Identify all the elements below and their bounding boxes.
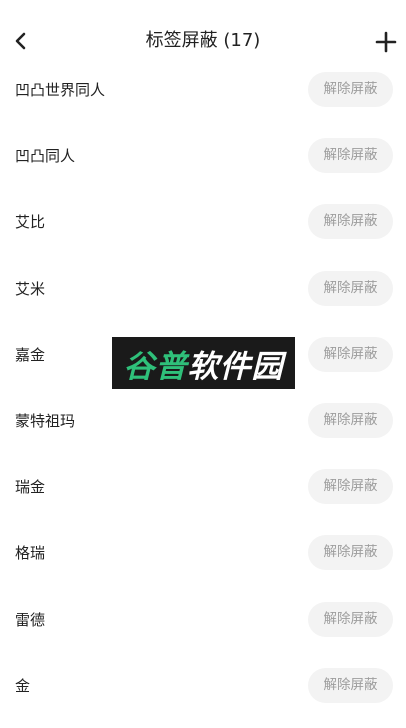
unblock-button[interactable]: 解除屏蔽: [308, 402, 393, 438]
list-item: 金 解除屏蔽: [0, 653, 406, 719]
list-item: 蒙特祖玛 解除屏蔽: [0, 388, 406, 454]
unblock-button[interactable]: 解除屏蔽: [308, 469, 393, 505]
list-item: 瑞金 解除屏蔽: [0, 454, 406, 520]
tag-label: 凹凸世界同人: [15, 81, 106, 99]
watermark-green-text: 谷普: [123, 348, 188, 385]
tag-label: 雷德: [15, 610, 46, 629]
unblock-button[interactable]: 解除屏蔽: [308, 336, 393, 372]
page-title: 标签屏蔽 (17): [145, 30, 261, 51]
tag-label: 瑞金: [15, 478, 46, 497]
unblock-button[interactable]: 解除屏蔽: [308, 270, 393, 306]
unblock-button[interactable]: 解除屏蔽: [308, 535, 393, 571]
tag-label: 艾米: [15, 279, 46, 298]
list-item: 凹凸同人 解除屏蔽: [0, 123, 406, 189]
list-item: 艾比 解除屏蔽: [0, 189, 406, 255]
watermark-white-text: 软件园: [187, 348, 284, 385]
list-item: 凹凸世界同人 解除屏蔽: [0, 57, 406, 123]
tag-label: 凹凸同人: [15, 147, 76, 166]
tag-label: 蒙特祖玛: [15, 411, 76, 430]
unblock-button[interactable]: 解除屏蔽: [308, 204, 393, 240]
tag-label: 格瑞: [15, 544, 46, 563]
tag-label: 金: [15, 676, 31, 695]
unblock-button[interactable]: 解除屏蔽: [308, 72, 393, 107]
tag-label: 艾比: [15, 213, 46, 232]
watermark-logo: 谷普 软件园: [112, 337, 295, 389]
list-item: 格瑞 解除屏蔽: [0, 520, 406, 586]
unblock-button[interactable]: 解除屏蔽: [308, 138, 393, 174]
list-item: 雷德 解除屏蔽: [0, 587, 406, 653]
tag-label: 嘉金: [15, 345, 46, 364]
plus-icon: [375, 31, 397, 53]
unblock-button[interactable]: 解除屏蔽: [308, 601, 393, 637]
unblock-button[interactable]: 解除屏蔽: [308, 667, 393, 703]
add-tag-button[interactable]: [372, 28, 400, 56]
list-item: 艾米 解除屏蔽: [0, 256, 406, 322]
